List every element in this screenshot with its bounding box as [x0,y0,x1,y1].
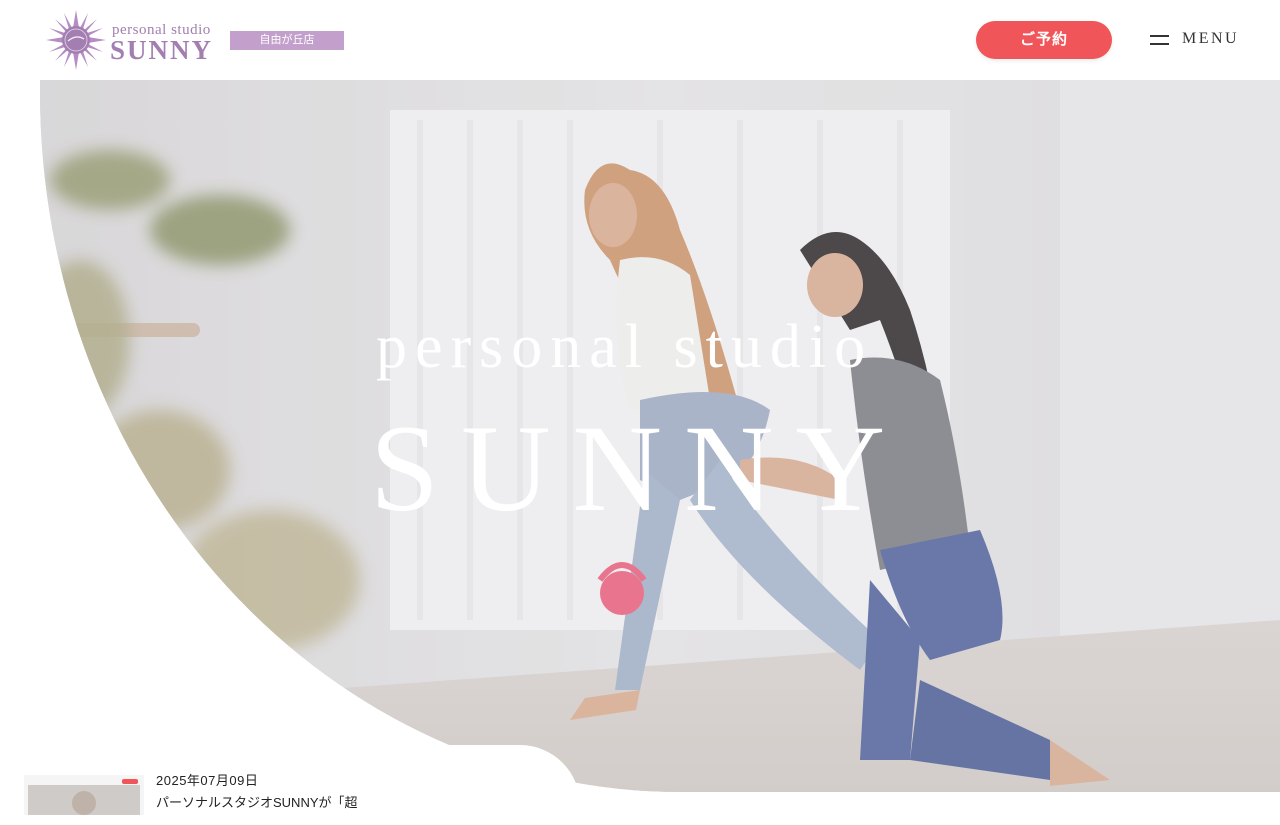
site-header: personal studio SUNNY 自由が丘店 ご予約 MENU [0,0,1280,80]
hamburger-icon [1150,35,1169,45]
menu-button[interactable]: MENU [1148,26,1248,54]
news-card[interactable]: 2025年07月09日 パーソナルスタジオSUNNYが「超 [0,745,580,825]
hero-title-block: personal studio SUNNY [40,80,1280,792]
news-title[interactable]: パーソナルスタジオSUNNYが「超 [156,792,556,811]
logo-title: SUNNY [110,35,214,65]
hero-section: personal studio SUNNY [40,80,1280,792]
news-date: 2025年07月09日 [156,773,259,788]
hero-title: SUNNY [370,400,908,537]
site-logo[interactable]: personal studio SUNNY 自由が丘店 [44,8,354,72]
news-thumbnail [24,775,144,815]
news-thumbnail-image [24,775,144,815]
sun-logo-icon [46,10,106,70]
menu-label: MENU [1182,30,1240,47]
reserve-button[interactable]: ご予約 [976,21,1112,59]
branch-badge: 自由が丘店 [230,31,344,50]
hero-subtitle: personal studio [376,313,874,381]
